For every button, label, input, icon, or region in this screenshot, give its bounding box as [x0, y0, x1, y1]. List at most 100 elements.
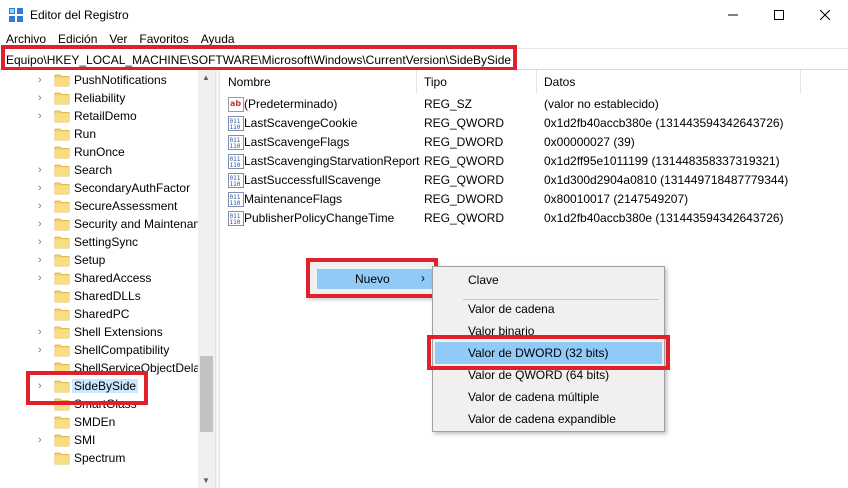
submenu-item-valor-cadena-multiple[interactable]: Valor de cadena múltiple [435, 386, 662, 408]
menu-favoritos[interactable]: Favoritos [133, 30, 194, 48]
table-row[interactable]: 011 110 LastScavengeFlags REG_DWORD 0x000000… [220, 133, 848, 152]
value-data: 0x1d2fb40accb380e (131443594342643726) [544, 211, 784, 225]
column-data[interactable]: Datos [544, 75, 575, 89]
chevron-right-icon[interactable]: › [38, 164, 48, 176]
tree-item-label: SideBySide [72, 379, 139, 393]
tree-item-label: SMDEn [74, 415, 116, 429]
tree-item[interactable]: › ShellCompatibility [0, 341, 200, 359]
tree-scrollbar[interactable]: ▲ ▼ [198, 70, 215, 488]
menu-ver[interactable]: Ver [103, 30, 133, 48]
folder-icon [54, 128, 70, 141]
list-header: Nombre Tipo Datos [220, 70, 848, 94]
tree-item[interactable]: › SecondaryAuthFactor [0, 179, 200, 197]
tree-item[interactable]: SharedPC [0, 305, 200, 323]
string-value-icon: ab [228, 97, 244, 112]
table-row[interactable]: ab (Predeterminado) REG_SZ (valor no establ… [220, 95, 848, 114]
value-name: LastSuccessfullScavenge [244, 173, 381, 187]
table-row[interactable]: 011 110 PublisherPolicyChangeTime REG_QWORD… [220, 209, 848, 228]
column-type[interactable]: Tipo [424, 75, 447, 89]
value-type: REG_DWORD [424, 135, 504, 149]
value-type: REG_QWORD [424, 154, 505, 168]
menu-archivo[interactable]: Archivo [0, 30, 52, 48]
minimize-icon [728, 14, 738, 16]
folder-icon [54, 182, 70, 195]
folder-icon [54, 110, 70, 123]
tree-item-label: SharedAccess [74, 271, 152, 285]
address-bar[interactable]: Equipo\HKEY_LOCAL_MACHINE\SOFTWARE\Micro… [0, 48, 848, 70]
column-name[interactable]: Nombre [228, 75, 271, 89]
window-title: Editor del Registro [30, 8, 129, 22]
chevron-right-icon[interactable]: › [38, 218, 48, 230]
tree-item[interactable]: ShellServiceObjectDelay [0, 359, 206, 377]
column-separator[interactable] [536, 70, 537, 94]
maximize-icon [774, 10, 784, 20]
tree-item[interactable]: RunOnce [0, 143, 200, 161]
tree-item-label: Shell Extensions [74, 325, 163, 339]
column-separator[interactable] [800, 70, 801, 94]
submenu-item-valor-cadena[interactable]: Valor de cadena [435, 298, 662, 320]
submenu-item-valor-binario[interactable]: Valor binario [435, 320, 662, 342]
binary-value-icon: 011110 [228, 192, 244, 207]
chevron-right-icon[interactable]: › [38, 434, 48, 446]
menu-ayuda[interactable]: Ayuda [195, 30, 241, 48]
tree-item[interactable]: › Security and Maintenan [0, 215, 200, 233]
scroll-down-icon[interactable]: ▼ [202, 476, 210, 485]
chevron-right-icon[interactable]: › [38, 344, 48, 356]
maximize-button[interactable] [756, 0, 802, 30]
address-path[interactable]: Equipo\HKEY_LOCAL_MACHINE\SOFTWARE\Micro… [6, 53, 511, 67]
menu-edicion[interactable]: Edición [52, 30, 103, 48]
chevron-right-icon[interactable]: › [38, 182, 48, 194]
menu-item-nuevo[interactable]: Nuevo › [317, 269, 433, 289]
close-button[interactable] [802, 0, 848, 30]
svg-text:ab: ab [230, 99, 241, 108]
folder-icon [54, 380, 70, 393]
tree-item[interactable]: › Setup [0, 251, 200, 269]
value-data: 0x1d2fb40accb380e (131443594342643726) [544, 116, 784, 130]
tree-item[interactable]: › SecureAssessment [0, 197, 200, 215]
folder-icon [54, 326, 70, 339]
tree-item[interactable]: › SharedAccess [0, 269, 200, 287]
submenu-item-valor-cadena-expandible[interactable]: Valor de cadena expandible [435, 408, 662, 430]
table-row[interactable]: 011 110 LastScavengeCookie REG_QWORD 0x1d2fb… [220, 114, 848, 133]
submenu-item-valor-dword[interactable]: Valor de DWORD (32 bits) [435, 342, 662, 364]
tree-item[interactable]: › SMI [0, 431, 200, 449]
context-menu: Nuevo › [306, 259, 437, 298]
submenu-item-valor-qword[interactable]: Valor de QWORD (64 bits) [435, 364, 662, 386]
tree-item-label: SharedPC [74, 307, 130, 321]
tree-item[interactable]: Run [0, 125, 200, 143]
table-row[interactable]: 011 110 LastScavengingStarvationReport REG_… [220, 152, 848, 171]
tree-item[interactable]: SMDEn [0, 413, 200, 431]
chevron-right-icon[interactable]: › [38, 254, 48, 266]
tree-item[interactable]: › Shell Extensions [0, 323, 200, 341]
chevron-right-icon[interactable]: › [38, 326, 48, 338]
tree-item[interactable]: SharedDLLs [0, 287, 200, 305]
chevron-right-icon[interactable]: › [38, 200, 48, 212]
minimize-button[interactable] [710, 0, 756, 30]
chevron-right-icon[interactable]: › [38, 272, 48, 284]
chevron-right-icon[interactable]: › [38, 110, 48, 122]
tree-item[interactable]: › RetailDemo [0, 107, 200, 125]
tree-item[interactable]: SmartGlass [0, 395, 200, 413]
tree-item[interactable]: Spectrum [0, 449, 200, 467]
tree-item[interactable]: › Search [0, 161, 200, 179]
column-separator[interactable] [416, 70, 417, 94]
submenu-item-clave[interactable]: Clave [435, 269, 662, 291]
chevron-right-icon[interactable]: › [38, 74, 48, 86]
tree-item[interactable]: › PushNotifications [0, 71, 200, 89]
scrollbar-thumb[interactable] [200, 356, 213, 432]
chevron-right-icon[interactable]: › [38, 236, 48, 248]
chevron-right-icon[interactable]: › [38, 380, 48, 392]
value-name: LastScavengeCookie [244, 116, 358, 130]
tree-item[interactable]: › SideBySide [0, 377, 200, 395]
tree-item[interactable]: › Reliability [0, 89, 200, 107]
binary-value-icon: 011110 [228, 211, 244, 226]
tree-item[interactable]: › SettingSync [0, 233, 200, 251]
table-row[interactable]: 011 110 MaintenanceFlags REG_DWORD 0x8001001… [220, 190, 848, 209]
tree-item-label: SecureAssessment [74, 199, 178, 213]
value-name: (Predeterminado) [244, 97, 338, 111]
chevron-right-icon[interactable]: › [38, 92, 48, 104]
scroll-up-icon[interactable]: ▲ [202, 73, 210, 82]
folder-icon [54, 92, 70, 105]
table-row[interactable]: 011 110 LastSuccessfullScavenge REG_QWORD 0x… [220, 171, 848, 190]
value-data: (valor no establecido) [544, 97, 659, 111]
